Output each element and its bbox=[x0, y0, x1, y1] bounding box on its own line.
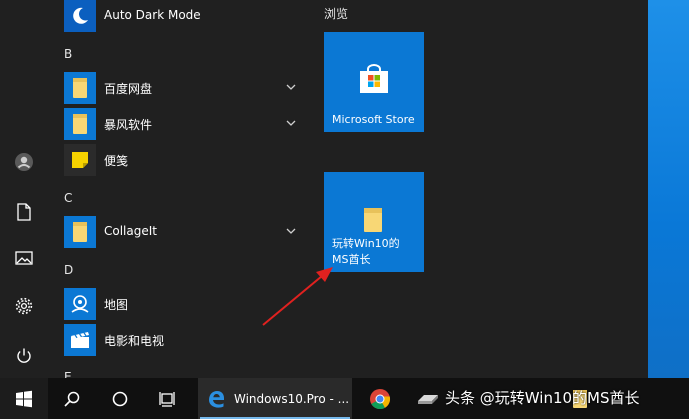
edge-browser-icon bbox=[209, 390, 224, 408]
start-button[interactable] bbox=[0, 378, 48, 419]
app-label: 便笺 bbox=[104, 154, 129, 168]
chevron-down-icon[interactable] bbox=[284, 80, 298, 94]
app-list: Auto Dark Mode B 百度网盘 暴风软件 便笺 C CollageI… bbox=[48, 0, 308, 378]
pictures-button[interactable] bbox=[8, 242, 40, 274]
search-button[interactable] bbox=[50, 378, 94, 419]
taskbar-window-label: Windows10.Pro - ... bbox=[234, 391, 350, 406]
chevron-down-icon[interactable] bbox=[284, 116, 298, 130]
app-baofeng-folder[interactable]: 暴风软件 bbox=[64, 108, 304, 140]
app-label: 电影和电视 bbox=[104, 334, 165, 348]
letter-header-c[interactable]: C bbox=[64, 191, 72, 205]
gear-icon bbox=[15, 297, 33, 315]
folder-icon bbox=[64, 108, 96, 140]
start-menu: Auto Dark Mode B 百度网盘 暴风软件 便笺 C CollageI… bbox=[0, 0, 648, 378]
app-maps[interactable]: 地图 bbox=[64, 288, 304, 320]
windows-logo-icon bbox=[16, 390, 32, 407]
desktop-background bbox=[648, 0, 689, 378]
app-movies-tv[interactable]: 电影和电视 bbox=[64, 324, 304, 356]
letter-header-b[interactable]: B bbox=[64, 47, 72, 61]
cortana-button[interactable] bbox=[98, 378, 142, 419]
store-bag-icon bbox=[360, 64, 388, 93]
app-label: Auto Dark Mode bbox=[104, 8, 201, 22]
taskbar-drive-app[interactable] bbox=[406, 378, 450, 419]
tile-microsoft-store[interactable]: Microsoft Store bbox=[324, 32, 424, 132]
task-view-button[interactable] bbox=[146, 378, 190, 419]
tile-group-title[interactable]: 浏览 bbox=[324, 5, 348, 22]
app-label: 暴风软件 bbox=[104, 118, 153, 132]
user-account-button[interactable] bbox=[8, 146, 40, 178]
search-icon bbox=[64, 391, 80, 407]
documents-button[interactable] bbox=[8, 196, 40, 228]
app-sticky-notes[interactable]: 便笺 bbox=[64, 144, 304, 176]
taskbar-window-edge[interactable]: Windows10.Pro - ... bbox=[198, 378, 352, 419]
taskbar-chrome[interactable] bbox=[358, 378, 402, 419]
folder-icon bbox=[64, 216, 96, 248]
movies-tv-icon bbox=[64, 324, 96, 356]
picture-icon bbox=[15, 251, 33, 265]
letter-header-d[interactable]: D bbox=[64, 263, 73, 277]
task-view-icon bbox=[159, 391, 175, 407]
tile-label-line2: MS酋长 bbox=[332, 253, 371, 266]
app-auto-dark-mode[interactable]: Auto Dark Mode bbox=[64, 0, 304, 32]
tile-label: Microsoft Store bbox=[332, 113, 415, 126]
drive-icon bbox=[418, 394, 438, 404]
start-rail bbox=[0, 0, 48, 378]
tile-folder-ms-chief[interactable]: 玩转Win10的 MS酋长 bbox=[324, 172, 424, 272]
folder-icon bbox=[64, 72, 96, 104]
folder-icon bbox=[364, 208, 382, 232]
maps-icon bbox=[64, 288, 96, 320]
app-baidu-netdisk-folder[interactable]: 百度网盘 bbox=[64, 72, 304, 104]
watermark-text: 头条 @玩转Win10的MS酋长 bbox=[445, 389, 640, 407]
tile-label-line1: 玩转Win10的 bbox=[332, 237, 400, 250]
cortana-circle-icon bbox=[112, 391, 128, 406]
app-label: 地图 bbox=[104, 298, 129, 312]
moon-icon bbox=[64, 0, 96, 32]
app-label: 百度网盘 bbox=[104, 82, 153, 96]
chevron-down-icon[interactable] bbox=[284, 224, 298, 238]
app-collageit-folder[interactable]: CollageIt bbox=[64, 216, 304, 248]
sticky-note-icon bbox=[64, 144, 96, 176]
chrome-icon bbox=[370, 388, 391, 409]
app-label: CollageIt bbox=[104, 224, 157, 238]
power-button[interactable] bbox=[8, 340, 40, 372]
power-icon bbox=[17, 348, 31, 363]
document-icon bbox=[17, 203, 31, 221]
letter-header-e[interactable]: E bbox=[64, 370, 72, 378]
user-avatar-icon bbox=[15, 153, 33, 171]
settings-button[interactable] bbox=[8, 290, 40, 322]
